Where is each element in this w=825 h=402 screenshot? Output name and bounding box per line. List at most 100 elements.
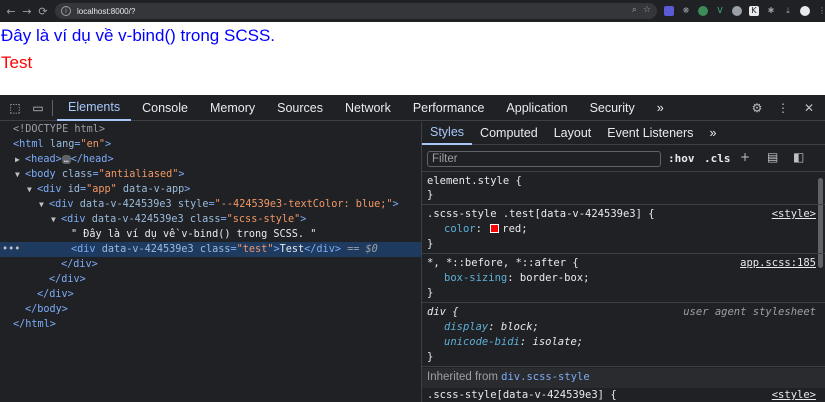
color-swatch-red[interactable] [490,224,500,233]
dom-close-body[interactable]: </body> [0,302,421,317]
extension-icon-6[interactable]: K [749,6,759,16]
attr-name: id [67,184,80,195]
dom-node-wrapper-div[interactable]: ▼ <div data-v-424539e3 style="--424539e3-… [0,197,421,212]
attr-name: data-v-424539e3 [101,244,194,255]
styles-filter-input[interactable]: Filter [427,151,661,167]
download-icon[interactable]: ⤓ [783,6,793,16]
inherited-header: Inherited from div.scss-style [422,368,825,388]
dom-node-head[interactable]: ▶ <head>… </head> [0,152,421,167]
tab-console[interactable]: Console [131,95,199,121]
inspect-element-icon[interactable]: ⬚ [5,98,25,118]
tab-performance[interactable]: Performance [402,95,496,121]
attr-value: "en" [80,139,106,150]
rule-selector[interactable]: .scss-style[data-v-424539e3] { [427,388,617,402]
collapse-triangle-icon[interactable]: ▼ [39,197,49,212]
inherited-from-link[interactable]: div.scss-style [501,371,590,383]
extension-icon-2[interactable]: ❋ [681,6,691,16]
tab-sources[interactable]: Sources [266,95,334,121]
devtools-toolbar: ⬚ ▭ Elements Console Memory Sources Netw… [0,95,825,121]
rule-source-link[interactable]: app.scss:185 [740,256,816,271]
attr-name: style [177,199,209,210]
rule-selector[interactable]: div { [427,305,459,320]
extension-icon-3[interactable] [698,6,708,16]
more-vert-icon[interactable]: ⋮ [817,6,825,16]
puzzle-icon[interactable]: ✱ [766,6,776,16]
test-text: Test [1,53,33,72]
css-value[interactable]: red; [502,223,527,235]
rule-ua-div: div { user agent stylesheet display: blo… [422,304,825,367]
collapse-triangle-icon[interactable]: ▼ [15,167,25,182]
avatar[interactable] [800,6,810,16]
attr-name: class [199,244,231,255]
hover-state-button[interactable]: :hov [668,152,695,165]
paint-brush-icon[interactable]: ▤ [767,150,778,164]
css-property: unicode-bidi [444,336,520,348]
more-tabs-icon[interactable]: » [646,95,675,121]
zoom-icon[interactable]: ⌕ [632,5,637,15]
tab-styles[interactable]: Styles [422,122,473,145]
dom-close-div[interactable]: </div> [0,272,421,287]
devtools-panel: ⬚ ▭ Elements Console Memory Sources Netw… [0,95,825,402]
tab-network[interactable]: Network [334,95,402,121]
dom-text-node[interactable]: " Đây là ví dụ về v-bind() trong SCSS. " [0,227,421,242]
extension-icon-5[interactable] [732,6,742,16]
class-toggle-button[interactable]: .cls [704,152,731,165]
dom-node-body[interactable]: ▼ <body class="antialiased"> [0,167,421,182]
collapsed-ellipsis[interactable]: … [61,155,71,164]
forward-arrow-icon[interactable]: → [19,3,35,19]
scss-style-text: Đây là ví dụ về v-bind() trong SCSS. [1,26,276,45]
tab-event-listeners[interactable]: Event Listeners [599,122,701,145]
rule-close-brace: } [427,287,434,299]
tab-security[interactable]: Security [579,95,646,121]
tab-computed[interactable]: Computed [472,122,546,145]
rule-selector[interactable]: *, *::before, *::after { [427,256,579,271]
attr-name: class [61,169,93,180]
address-bar[interactable]: i localhost:8000/? ⌕ ☆ [55,3,657,19]
node-inline-text: Test [279,244,305,255]
reload-icon[interactable]: ⟳ [35,3,51,19]
tab-memory[interactable]: Memory [199,95,266,121]
css-property[interactable]: color [444,223,476,235]
collapse-triangle-icon[interactable]: ▼ [27,182,37,197]
more-subtabs-icon[interactable]: » [701,122,724,145]
site-info-icon[interactable]: i [61,6,71,16]
collapse-triangle-icon[interactable]: ▼ [51,212,61,227]
dom-node-html[interactable]: <html lang="en"> [0,137,421,152]
toggle-sidebar-icon[interactable]: ◧ [793,150,804,164]
rule-selector[interactable]: element.style { [427,174,522,189]
doctype-text: <!DOCTYPE html> [13,124,106,135]
toolbar-divider [52,99,53,116]
filter-toolbar: Filter :hov .cls + ▤ ◧ [422,146,825,172]
rule-source-link[interactable]: <style> [772,388,816,402]
browser-toolbar: ← → ⟳ i localhost:8000/? ⌕ ☆ ❋ V K ✱ ⤓ ⋮ [0,0,825,22]
row-menu-dots[interactable]: ••• [2,242,20,257]
dom-close-html[interactable]: </html> [0,317,421,332]
rule-source-link[interactable]: <style> [772,207,816,222]
rule-close-brace: } [427,238,434,250]
rule-selector[interactable]: .scss-style .test[data-v-424539e3] { [427,207,655,222]
dom-node-app[interactable]: ▼ <div id="app" data-v-app> [0,182,421,197]
tab-layout[interactable]: Layout [546,122,600,145]
attr-name: data-v-app [122,184,185,195]
device-toolbar-icon[interactable]: ▭ [28,98,48,118]
settings-gear-icon[interactable]: ⚙ [747,98,767,118]
dom-close-div[interactable]: </div> [0,257,421,272]
tab-application[interactable]: Application [495,95,578,121]
tab-elements[interactable]: Elements [57,95,132,121]
dom-close-div[interactable]: </div> [0,287,421,302]
vue-devtools-icon[interactable]: V [715,6,725,16]
extension-icon-1[interactable] [664,6,674,16]
dom-node-doctype[interactable]: <!DOCTYPE html> [0,122,421,137]
url-text[interactable]: localhost:8000/? [77,7,135,16]
close-icon[interactable]: ✕ [799,98,819,118]
more-options-icon[interactable]: ⋮ [773,98,793,118]
dom-node-test-selected[interactable]: ••• <div data-v-424539e3 class="test">Te… [0,242,421,257]
css-property[interactable]: box-sizing [444,272,507,284]
back-arrow-icon[interactable]: ← [3,3,19,19]
new-rule-icon[interactable]: + [740,150,750,164]
bookmark-star-icon[interactable]: ☆ [643,5,651,15]
css-value[interactable]: border-box; [520,272,590,284]
dom-node-scss-style[interactable]: ▼ <div data-v-424539e3 class="scss-style"… [0,212,421,227]
expand-triangle-icon[interactable]: ▶ [15,152,25,167]
css-value: block; [500,321,539,333]
